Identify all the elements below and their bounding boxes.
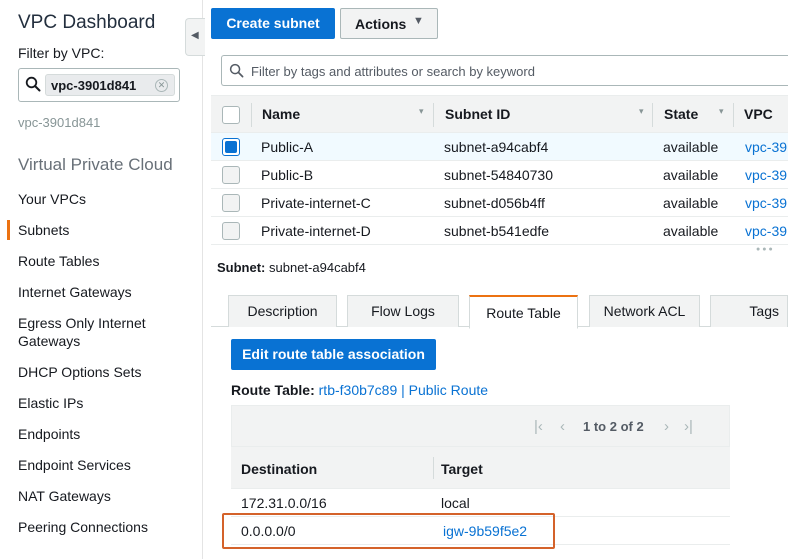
actions-button[interactable]: Actions ▼: [340, 8, 438, 39]
sidebar-item-route-tables[interactable]: Route Tables: [18, 252, 198, 270]
first-page-icon[interactable]: |‹: [534, 418, 543, 435]
search-input[interactable]: Filter by tags and attributes or search …: [221, 55, 788, 86]
sidebar-item-endpoints[interactable]: Endpoints: [18, 425, 198, 443]
cell-name: Public-B: [261, 167, 314, 183]
search-icon: [229, 63, 244, 78]
route-table-info: Route Table: rtb-f30b7c89 | Public Route: [231, 382, 488, 398]
column-header-subnet-id[interactable]: Subnet ID: [445, 106, 510, 122]
route-table-label: Route Table:: [231, 382, 315, 398]
route-table-link[interactable]: rtb-f30b7c89 | Public Route: [319, 382, 488, 398]
column-divider: [251, 103, 252, 127]
last-page-icon[interactable]: ›|: [684, 418, 693, 435]
cell-name: Public-A: [261, 139, 314, 155]
column-header-state[interactable]: State: [664, 106, 698, 122]
cell-subnet-id: subnet-a94cabf4: [444, 139, 549, 155]
sidebar-item-nat-gateways[interactable]: NAT Gateways: [18, 487, 198, 505]
sidebar-item-your-vpcs[interactable]: Your VPCs: [18, 190, 198, 208]
table-row[interactable]: Private-internet-D subnet-b541edfe avail…: [211, 217, 788, 245]
column-divider: [433, 103, 434, 127]
tab-flow-logs[interactable]: Flow Logs: [347, 295, 459, 327]
cell-vpc-link[interactable]: vpc-39: [745, 195, 787, 211]
cell-state: available: [663, 223, 719, 239]
sidebar-item-subnets[interactable]: Subnets: [18, 221, 198, 239]
sort-icon[interactable]: ▾: [719, 106, 724, 117]
sidebar: VPC Dashboard Filter by VPC: vpc-3901d84…: [0, 0, 203, 559]
table-header: Name ▾ Subnet ID ▾ State ▾ VPC: [211, 95, 788, 133]
cell-subnet-id: subnet-54840730: [444, 167, 553, 183]
cell-name: Private-internet-D: [261, 223, 371, 239]
edit-route-table-association-button[interactable]: Edit route table association: [231, 339, 436, 370]
cell-state: available: [663, 167, 719, 183]
column-header-vpc[interactable]: VPC: [744, 106, 773, 122]
column-divider: [652, 103, 653, 127]
cell-vpc-link[interactable]: vpc-39: [745, 167, 787, 183]
sidebar-item-peering-connections[interactable]: Peering Connections: [18, 518, 198, 536]
sidebar-title[interactable]: VPC Dashboard: [18, 12, 155, 34]
vpc-filter-input[interactable]: vpc-3901d841 ✕: [18, 68, 180, 102]
highlight-box: [222, 513, 555, 549]
row-checkbox[interactable]: [222, 194, 240, 212]
resize-handle-icon[interactable]: ●●●: [756, 246, 775, 253]
collapse-left-icon: ◀: [191, 30, 199, 41]
select-all-checkbox[interactable]: [222, 106, 240, 124]
previous-page-icon[interactable]: ‹: [560, 418, 565, 435]
tab-tags[interactable]: Tags: [710, 295, 788, 327]
cell-destination: 172.31.0.0/16: [241, 495, 327, 511]
row-checkbox[interactable]: [222, 138, 240, 156]
cell-vpc-link[interactable]: vpc-39: [745, 223, 787, 239]
vpc-filter-value: vpc-3901d841: [51, 78, 137, 93]
sidebar-item-egress-only-internet-gateways[interactable]: Egress Only Internet Gateways: [18, 314, 168, 350]
tab-network-acl[interactable]: Network ACL: [589, 295, 700, 327]
cell-subnet-id: subnet-b541edfe: [444, 223, 550, 239]
column-divider: [733, 103, 734, 127]
column-header-name[interactable]: Name: [262, 106, 300, 122]
cell-vpc-link[interactable]: vpc-39: [745, 139, 787, 155]
cell-target: local: [441, 495, 470, 511]
column-header-target[interactable]: Target: [441, 461, 483, 477]
chevron-down-icon: ▼: [413, 15, 424, 27]
sidebar-section-title: Virtual Private Cloud: [18, 155, 173, 174]
create-subnet-button[interactable]: Create subnet: [211, 8, 335, 39]
pagination-bar: |‹ ‹ 1 to 2 of 2 › ›|: [231, 405, 730, 447]
filter-by-vpc-label: Filter by VPC:: [18, 45, 105, 61]
selected-vpc-id: vpc-3901d841: [18, 115, 101, 130]
selected-subnet-label: Subnet: subnet-a94cabf4: [217, 260, 366, 275]
sidebar-item-internet-gateways[interactable]: Internet Gateways: [18, 283, 198, 301]
search-icon: [25, 76, 41, 92]
sidebar-item-dhcp-options-sets[interactable]: DHCP Options Sets: [18, 363, 198, 381]
clear-filter-icon[interactable]: ✕: [155, 79, 168, 92]
tab-description[interactable]: Description: [228, 295, 337, 327]
table-row[interactable]: Public-B subnet-54840730 available vpc-3…: [211, 161, 788, 189]
routes-table-header: Destination Target: [231, 447, 730, 489]
sidebar-item-endpoint-services[interactable]: Endpoint Services: [18, 456, 198, 474]
cell-name: Private-internet-C: [261, 195, 371, 211]
search-placeholder: Filter by tags and attributes or search …: [251, 64, 535, 79]
sort-icon[interactable]: ▾: [419, 106, 424, 117]
subnet-label-value: subnet-a94cabf4: [269, 260, 366, 275]
collapse-sidebar-button[interactable]: ◀: [185, 18, 205, 56]
table-row[interactable]: Public-A subnet-a94cabf4 available vpc-3…: [211, 133, 788, 161]
sidebar-item-elastic-ips[interactable]: Elastic IPs: [18, 394, 198, 412]
vpc-filter-chip: vpc-3901d841 ✕: [45, 74, 175, 96]
cell-subnet-id: subnet-d056b4ff: [444, 195, 545, 211]
actions-label: Actions: [355, 16, 407, 32]
column-divider: [433, 457, 434, 479]
column-header-destination[interactable]: Destination: [241, 461, 317, 477]
row-checkbox[interactable]: [222, 166, 240, 184]
sort-icon[interactable]: ▾: [639, 106, 644, 117]
next-page-icon[interactable]: ›: [664, 418, 669, 435]
cell-state: available: [663, 195, 719, 211]
tab-route-table[interactable]: Route Table: [469, 295, 578, 329]
subnet-label-key: Subnet:: [217, 260, 266, 275]
active-indicator: [7, 220, 10, 240]
pagination-text: 1 to 2 of 2: [583, 419, 644, 434]
row-checkbox[interactable]: [222, 222, 240, 240]
cell-state: available: [663, 139, 719, 155]
table-row[interactable]: Private-internet-C subnet-d056b4ff avail…: [211, 189, 788, 217]
